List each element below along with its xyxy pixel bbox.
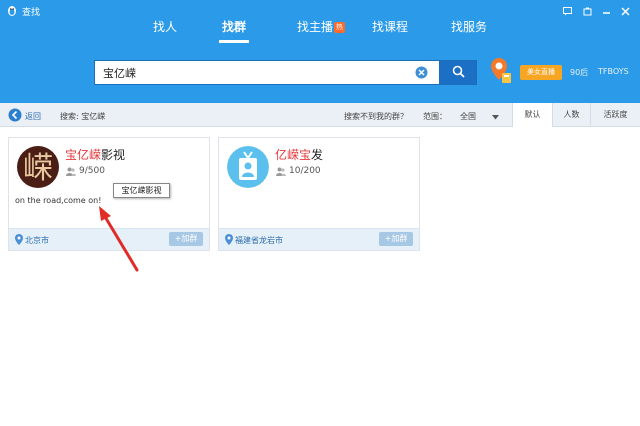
- back-link[interactable]: 返回: [25, 111, 41, 122]
- search-input[interactable]: [94, 60, 439, 85]
- group-name[interactable]: 亿嵘宝发: [275, 146, 323, 163]
- tab-find-streamer[interactable]: 找主播热: [288, 18, 354, 38]
- group-card[interactable]: 亿嵘宝发 10/200 福建省龙岩市 +加群: [218, 137, 420, 251]
- sort-tab-default[interactable]: 默认: [512, 103, 552, 127]
- hot-keyword[interactable]: TFBOYS: [598, 67, 629, 76]
- search-summary: 搜索: 宝亿嵘: [60, 112, 106, 121]
- active-tab-indicator: [219, 40, 249, 43]
- clear-search-icon[interactable]: [415, 66, 428, 79]
- search-icon: [452, 65, 465, 81]
- group-location: 福建省龙岩市: [235, 236, 283, 245]
- tab-find-service[interactable]: 找服务: [448, 18, 490, 38]
- location-icon: [225, 234, 233, 245]
- tab-find-course[interactable]: 找课程: [370, 18, 410, 38]
- group-location: 北京市: [25, 236, 49, 245]
- badge-id-icon: [227, 146, 269, 188]
- group-name-highlight: 亿嵘宝: [275, 148, 312, 162]
- hot-keyword[interactable]: 90后: [570, 67, 588, 78]
- window-title: 查找: [22, 8, 41, 18]
- group-card[interactable]: 嵘 宝亿嵘影视 9/500 on the road,come on! 宝亿嵘影视…: [8, 137, 210, 251]
- live-promo-badge[interactable]: 美女直播: [520, 65, 562, 80]
- group-name-rest: 影视: [101, 148, 126, 162]
- card-footer: 福建省龙岩市 +加群: [219, 228, 419, 250]
- group-name-tooltip: 宝亿嵘影视: [113, 183, 170, 198]
- feedback-icon[interactable]: [560, 4, 574, 18]
- search-button[interactable]: [439, 60, 477, 85]
- location-pin-icon[interactable]: [490, 57, 512, 85]
- group-name-highlight: 宝亿嵘: [65, 148, 102, 162]
- qq-penguin-icon: [6, 5, 18, 17]
- sort-tab-activity[interactable]: 活跃度: [590, 103, 640, 127]
- minimize-icon[interactable]: [599, 4, 613, 18]
- join-group-button[interactable]: +加群: [379, 232, 413, 246]
- group-avatar-glyph: 嵘: [23, 151, 53, 186]
- header: 查找 找人 找群 找主播热 找课程 找服务 宝亿嵘 美女直播 90后 TFBOY…: [0, 0, 640, 103]
- members-icon: [66, 167, 76, 176]
- tab-find-group[interactable]: 找群: [216, 18, 252, 38]
- member-count: 10/200: [289, 166, 321, 176]
- not-found-link[interactable]: 搜索不到我的群？: [344, 111, 408, 122]
- member-count: 9/500: [79, 166, 105, 176]
- sort-tab-members[interactable]: 人数: [552, 103, 590, 127]
- close-icon[interactable]: [618, 4, 632, 18]
- group-description: on the road,come on!: [15, 196, 102, 205]
- chevron-down-icon: [492, 113, 499, 123]
- range-value: 全国: [460, 112, 476, 121]
- back-arrow-icon[interactable]: [8, 108, 22, 122]
- tab-find-streamer-label: 找主播: [296, 20, 333, 34]
- card-footer: 北京市 +加群: [9, 228, 209, 250]
- tab-find-people[interactable]: 找人: [148, 18, 182, 38]
- hot-badge: 热: [334, 22, 345, 33]
- group-avatar[interactable]: [227, 146, 269, 188]
- range-label: 范围：: [423, 112, 447, 121]
- results-area: 嵘 宝亿嵘影视 9/500 on the road,come on! 宝亿嵘影视…: [0, 127, 640, 426]
- group-avatar[interactable]: 嵘: [17, 146, 59, 188]
- members-icon: [276, 167, 286, 176]
- join-group-button[interactable]: +加群: [169, 232, 203, 246]
- range-dropdown[interactable]: 全国: [452, 107, 508, 123]
- group-name[interactable]: 宝亿嵘影视: [65, 146, 125, 163]
- skin-icon[interactable]: [580, 4, 594, 18]
- group-name-rest: 发: [311, 148, 324, 162]
- location-icon: [15, 234, 23, 245]
